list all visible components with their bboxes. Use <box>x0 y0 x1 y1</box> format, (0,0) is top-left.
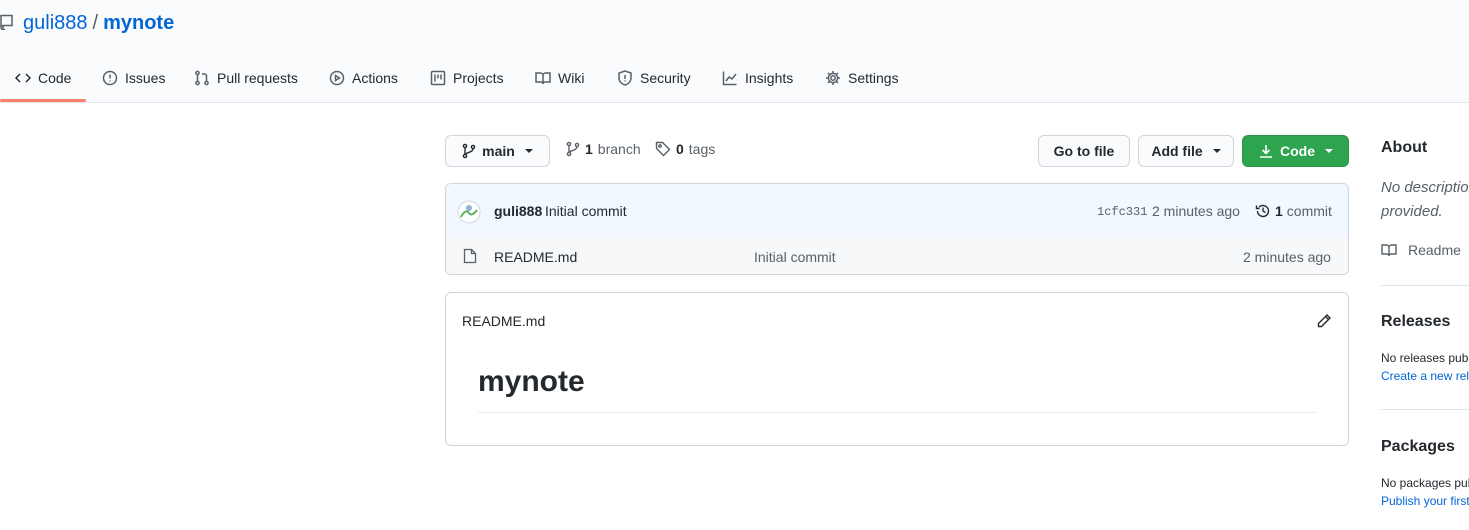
file-commit-message[interactable]: Initial commit <box>754 249 836 265</box>
gear-icon <box>825 70 841 86</box>
tab-issues[interactable]: Issues <box>102 66 165 90</box>
chevron-down-icon <box>524 149 533 153</box>
book-icon <box>1381 242 1397 258</box>
commit-time: 2 minutes ago <box>1152 203 1240 219</box>
branch-label: branch <box>597 141 641 157</box>
git-branch-icon <box>566 141 580 157</box>
history-icon <box>1255 203 1271 219</box>
about-description-line-2: provided. <box>1381 203 1443 220</box>
commit-label: commit <box>1286 203 1332 219</box>
code-icon <box>15 70 31 86</box>
tab-wiki[interactable]: Wiki <box>535 66 584 90</box>
pull-request-icon <box>194 70 210 86</box>
readme-link-label: Readme <box>1408 242 1461 258</box>
add-file-label: Add file <box>1151 143 1203 159</box>
readme-heading: mynote <box>478 365 585 398</box>
code-button-label: Code <box>1280 143 1315 159</box>
releases-heading[interactable]: Releases <box>1381 313 1450 331</box>
code-download-button[interactable]: Code <box>1242 135 1349 167</box>
commit-message[interactable]: Initial commit <box>545 203 627 219</box>
chevron-down-icon <box>1325 149 1333 153</box>
about-description-line-1: No description, <box>1381 179 1469 196</box>
repo-name-link[interactable]: mynote <box>103 12 174 34</box>
commit-sha[interactable]: 1cfc331 <box>1097 205 1147 219</box>
project-icon <box>430 70 446 86</box>
repo-icon <box>0 14 14 30</box>
file-icon <box>463 248 477 264</box>
book-icon <box>535 70 551 86</box>
commit-history-link[interactable]: 1 commit <box>1255 203 1332 219</box>
packages-empty-text: No packages published <box>1381 476 1469 490</box>
tab-label: Actions <box>352 70 398 86</box>
tab-label: Wiki <box>558 70 585 86</box>
tab-label: Pull requests <box>217 70 298 86</box>
readme-filename: README.md <box>462 313 546 329</box>
readme-link[interactable]: Readme <box>1381 242 1461 258</box>
readme-panel: README.md mynote <box>445 292 1349 446</box>
tab-label: Insights <box>745 70 794 86</box>
tab-label: Security <box>640 70 691 86</box>
latest-commit-row: guli888 Initial commit 1cfc331 2 minutes… <box>446 184 1348 239</box>
about-heading: About <box>1381 139 1428 156</box>
branches-link[interactable]: 1 branch <box>566 141 641 157</box>
go-to-file-button[interactable]: Go to file <box>1038 135 1130 167</box>
tags-link[interactable]: 0 tags <box>655 141 715 157</box>
tab-projects[interactable]: Projects <box>430 66 504 90</box>
download-icon <box>1258 143 1274 159</box>
play-icon <box>329 70 345 86</box>
sidebar-divider <box>1381 285 1469 286</box>
branch-name: main <box>482 143 515 159</box>
file-browser: guli888 Initial commit 1cfc331 2 minutes… <box>445 183 1349 275</box>
graph-icon <box>722 70 738 86</box>
tab-label: Settings <box>848 70 899 86</box>
tab-code[interactable]: Code <box>15 66 71 90</box>
tag-icon <box>655 141 671 157</box>
tab-label: Projects <box>453 70 504 86</box>
tag-count: 0 <box>676 141 684 157</box>
commit-author[interactable]: guli888 <box>494 203 542 219</box>
pencil-icon[interactable] <box>1316 313 1332 329</box>
tab-security[interactable]: Security <box>617 66 691 90</box>
tab-actions[interactable]: Actions <box>329 66 398 90</box>
file-commit-time: 2 minutes ago <box>1243 249 1331 265</box>
sidebar-divider <box>1381 409 1469 410</box>
tag-label: tags <box>688 141 716 157</box>
tab-settings[interactable]: Settings <box>825 66 899 90</box>
releases-empty-text: No releases published <box>1381 351 1469 365</box>
file-row[interactable]: README.md Initial commit 2 minutes ago <box>446 238 1348 274</box>
add-file-button[interactable]: Add file <box>1138 135 1234 167</box>
publish-package-link[interactable]: Publish your first package <box>1381 494 1469 508</box>
go-to-file-label: Go to file <box>1053 143 1115 159</box>
packages-heading[interactable]: Packages <box>1381 438 1455 456</box>
commit-count: 1 <box>1275 203 1283 219</box>
create-release-link[interactable]: Create a new release <box>1381 369 1469 383</box>
breadcrumb: guli888/mynote <box>23 10 174 36</box>
selected-tab-indicator <box>0 99 86 102</box>
chevron-down-icon <box>1212 149 1221 153</box>
repo-owner-link[interactable]: guli888 <box>23 12 88 34</box>
breadcrumb-separator: / <box>92 12 99 34</box>
issue-icon <box>102 70 118 86</box>
branch-select-button[interactable]: main <box>445 135 550 167</box>
tab-pull-requests[interactable]: Pull requests <box>194 66 298 90</box>
git-branch-icon <box>462 143 476 159</box>
heading-divider <box>478 412 1316 413</box>
tab-label: Issues <box>125 70 166 86</box>
shield-icon <box>617 70 633 86</box>
tab-label: Code <box>38 70 72 86</box>
tab-insights[interactable]: Insights <box>722 66 793 90</box>
avatar[interactable] <box>457 200 481 224</box>
branch-count: 1 <box>585 141 593 157</box>
file-name[interactable]: README.md <box>494 249 577 265</box>
